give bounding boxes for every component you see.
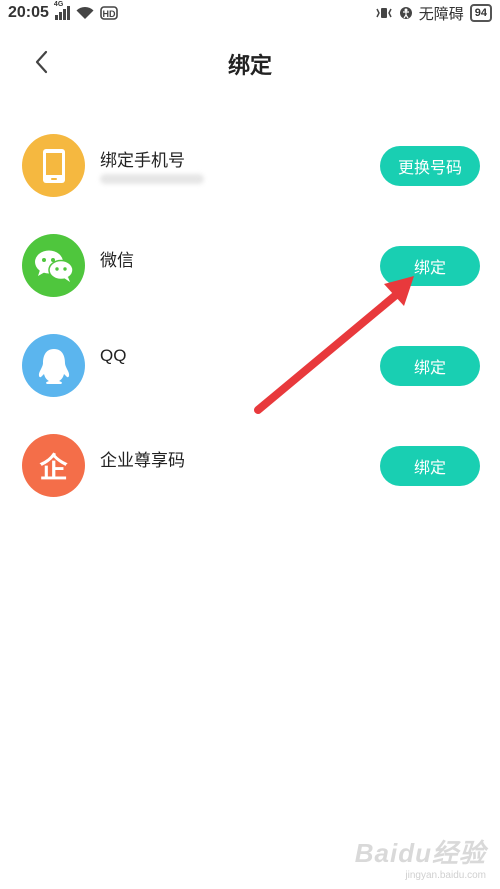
row-label-wechat: 微信 [100, 251, 134, 270]
phone-avatar [22, 134, 85, 197]
row-label-phone: 绑定手机号 [100, 151, 185, 170]
nav-bar: 绑定 [0, 36, 500, 88]
list-item-enterprise: 企 企业尊享码 绑定 [0, 434, 500, 534]
svg-text:HD: HD [102, 9, 115, 19]
qq-avatar [22, 334, 85, 397]
battery-icon: 94 [469, 4, 492, 22]
wechat-icon [34, 250, 74, 282]
network-type: 4G [53, 1, 64, 8]
phone-icon [42, 148, 65, 183]
list-item-qq: QQ 绑定 [0, 334, 500, 434]
masked-phone-number [100, 174, 204, 184]
enterprise-avatar: 企 [22, 434, 85, 497]
accessibility-icon [399, 7, 412, 19]
page-title: 绑定 [227, 53, 272, 78]
hd-icon: HD [100, 6, 118, 20]
status-left: 20:05 4G HD [8, 1, 118, 22]
qq-icon [38, 348, 69, 384]
change-number-button[interactable]: 更换号码 [380, 146, 480, 186]
status-bar: 20:05 4G HD 无障碍 94 [0, 0, 500, 26]
list-item-phone: 绑定手机号 更换号码 [0, 134, 500, 234]
wifi-icon [76, 6, 94, 19]
bind-qq-button[interactable]: 绑定 [380, 346, 480, 386]
status-right: 无障碍 94 [375, 3, 492, 24]
enterprise-icon: 企 [39, 451, 68, 483]
watermark-logo: Baidu经验 [354, 838, 486, 868]
list-item-wechat: 微信 绑定 [0, 234, 500, 334]
bind-enterprise-button[interactable]: 绑定 [380, 446, 480, 486]
watermark: Baidu经验 jingyan.baidu.com [355, 833, 486, 881]
accessibility-label: 无障碍 [418, 5, 464, 23]
signal-icon: 4G [54, 1, 70, 20]
row-label-enterprise: 企业尊享码 [100, 451, 185, 470]
row-label-qq: QQ [100, 346, 127, 365]
bind-wechat-button[interactable]: 绑定 [380, 246, 480, 286]
wechat-avatar [22, 234, 85, 297]
status-time: 20:05 [8, 4, 49, 21]
watermark-url: jingyan.baidu.com [405, 870, 486, 881]
vibrate-icon [376, 8, 392, 18]
binding-list: 绑定手机号 更换号码 微信 绑定 QQ 绑定 企 企业尊享码 绑定 [0, 134, 500, 534]
